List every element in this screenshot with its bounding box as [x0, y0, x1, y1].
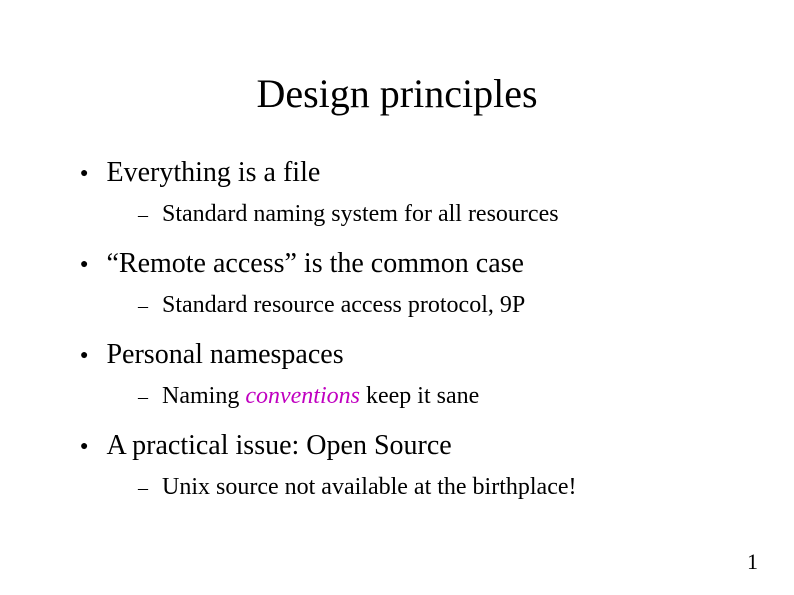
- slide-content: ● Everything is a file – Standard naming…: [60, 157, 734, 501]
- list-item: ● Everything is a file: [80, 157, 734, 189]
- dash-icon: –: [138, 295, 148, 318]
- bullet-icon: ●: [80, 167, 88, 181]
- sub-list-item-text: Standard naming system for all resources: [162, 201, 559, 228]
- bullet-icon: ●: [80, 349, 88, 363]
- dash-icon: –: [138, 477, 148, 500]
- slide-title: Design principles: [60, 70, 734, 117]
- sub-list-item: – Standard resource access protocol, 9P: [138, 292, 734, 319]
- sub-list-item: – Naming conventions keep it sane: [138, 383, 734, 410]
- sub-list-item: – Unix source not available at the birth…: [138, 474, 734, 501]
- list-item-text: Personal namespaces: [106, 339, 343, 371]
- list-item: ● “Remote access” is the common case: [80, 248, 734, 280]
- list-item-text: A practical issue: Open Source: [106, 430, 451, 462]
- bullet-icon: ●: [80, 258, 88, 272]
- sub-list-item-text: Unix source not available at the birthpl…: [162, 474, 577, 501]
- sub-list-item-text: Naming conventions keep it sane: [162, 383, 479, 410]
- list-item: ● A practical issue: Open Source: [80, 430, 734, 462]
- list-item: ● Personal namespaces: [80, 339, 734, 371]
- dash-icon: –: [138, 204, 148, 227]
- dash-icon: –: [138, 386, 148, 409]
- sub-list-item: – Standard naming system for all resourc…: [138, 201, 734, 228]
- page-number: 1: [747, 549, 758, 575]
- list-item-text: Everything is a file: [106, 157, 320, 189]
- bullet-icon: ●: [80, 440, 88, 454]
- list-item-text: “Remote access” is the common case: [106, 248, 524, 280]
- slide: Design principles ● Everything is a file…: [0, 0, 794, 595]
- sub-list-item-text: Standard resource access protocol, 9P: [162, 292, 525, 319]
